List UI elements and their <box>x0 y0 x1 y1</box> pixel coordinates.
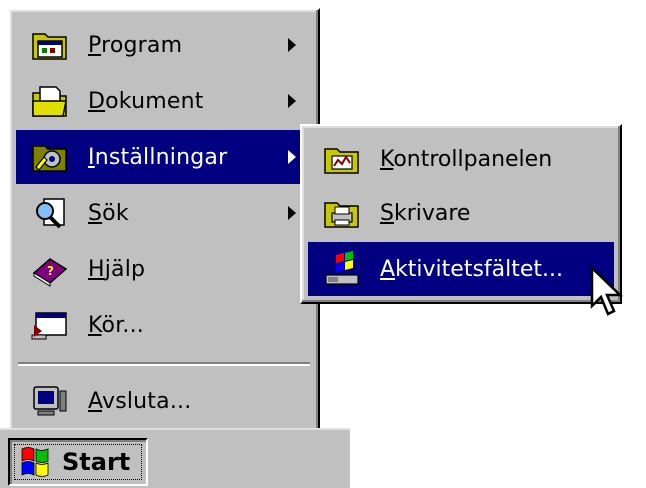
menu-item-label: Kör... <box>88 312 144 338</box>
settings-submenu: Kontrollpanelen Skrivare Aktivitetsfälte… <box>300 124 622 304</box>
mouse-pointer-icon <box>590 265 626 318</box>
folder-documents-icon <box>30 81 70 121</box>
help-book-icon: ? <box>30 249 70 289</box>
windows-logo-icon <box>18 441 58 483</box>
submenu-arrow-icon <box>288 206 296 220</box>
menu-item-kor[interactable]: Kör... <box>16 298 312 352</box>
submenu-item-label: Kontrollpanelen <box>380 146 553 172</box>
menu-item-label: Avsluta... <box>88 388 192 414</box>
menu-item-label: Sök <box>88 200 129 226</box>
submenu-item-skrivare[interactable]: Skrivare <box>308 186 614 240</box>
start-button[interactable]: Start <box>8 438 148 486</box>
submenu-arrow-icon <box>288 150 296 164</box>
start-label: Start <box>62 448 131 476</box>
menu-item-sok[interactable]: Sök <box>16 186 312 240</box>
shutdown-computer-icon <box>30 381 70 421</box>
submenu-arrow-icon <box>288 38 296 52</box>
submenu-item-label: Skrivare <box>380 200 471 226</box>
menu-item-dokument[interactable]: Dokument <box>16 74 312 128</box>
menu-item-installningar[interactable]: Inställningar <box>16 130 312 184</box>
submenu-item-label: Aktivitetsfältet... <box>380 256 564 282</box>
menu-item-program[interactable]: Program <box>16 18 312 72</box>
menu-item-avsluta[interactable]: Avsluta... <box>16 374 312 428</box>
run-window-icon <box>30 305 70 345</box>
taskbar: Start <box>0 428 350 488</box>
menu-item-label: Program <box>88 32 183 58</box>
submenu-item-aktivitetsfaltet[interactable]: Aktivitetsfältet... <box>308 242 614 296</box>
taskbar-icon <box>322 249 362 289</box>
control-panel-folder-icon <box>322 139 362 179</box>
menu-item-label: Inställningar <box>88 144 228 170</box>
settings-icon <box>30 137 70 177</box>
folder-programs-icon <box>30 25 70 65</box>
menu-separator <box>18 362 310 366</box>
start-menu: Program Dokument Inställningar Sök ? Hjä… <box>8 8 320 434</box>
search-magnifier-icon <box>30 193 70 233</box>
printers-folder-icon <box>322 193 362 233</box>
submenu-item-kontrollpanelen[interactable]: Kontrollpanelen <box>308 132 614 186</box>
submenu-arrow-icon <box>288 94 296 108</box>
menu-item-hjalp[interactable]: ? Hjälp <box>16 242 312 296</box>
menu-item-label: Hjälp <box>88 256 146 282</box>
menu-item-label: Dokument <box>88 88 204 114</box>
desktop: Program Dokument Inställningar Sök ? Hjä… <box>0 0 646 488</box>
svg-text:?: ? <box>47 264 54 278</box>
